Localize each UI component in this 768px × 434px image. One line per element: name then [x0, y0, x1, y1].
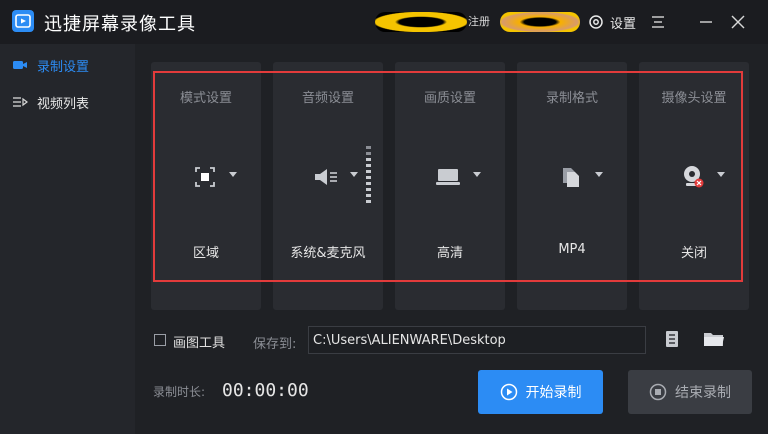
card-title: 模式设置 — [179, 91, 232, 106]
card-value: 关闭 — [680, 246, 707, 261]
file-list-button[interactable] — [662, 329, 682, 349]
settings-button[interactable]: 设置 — [588, 12, 636, 32]
card-value: 区域 — [192, 246, 219, 261]
card-title: 画质设置 — [423, 91, 476, 106]
card-title: 摄像头设置 — [661, 91, 727, 106]
card-title: 录制格式 — [545, 91, 598, 106]
card-value: 高清 — [436, 246, 463, 261]
volume-meter — [366, 146, 371, 203]
folder-icon — [704, 333, 724, 346]
mode-settings-card[interactable]: 模式设置 区域 — [151, 62, 261, 310]
minimize-button[interactable] — [696, 12, 716, 32]
stop-circle-icon — [649, 383, 667, 401]
drawing-tool-label[interactable]: 画图工具 — [173, 332, 225, 351]
register-text[interactable]: 注册 — [468, 13, 490, 29]
chevron-down-icon — [717, 172, 725, 177]
sidebar-item-label: 视频列表 — [37, 96, 90, 112]
camera-settings-card[interactable]: 摄像头设置 关闭 — [639, 62, 749, 310]
card-value: MP4 — [558, 242, 586, 257]
camera-dropdown[interactable] — [639, 162, 749, 192]
quality-settings-card[interactable]: 画质设置 高清 — [395, 62, 505, 310]
duration-label: 录制时长: — [153, 385, 206, 399]
start-recording-label: 开始录制 — [525, 385, 582, 401]
playlist-icon — [13, 97, 28, 107]
app-title: 迅捷屏幕录像工具 — [44, 14, 196, 35]
chevron-down-icon — [595, 172, 603, 177]
chevron-down-icon — [473, 172, 481, 177]
title-bar: 迅捷屏幕录像工具 注册 设置 — [0, 0, 768, 44]
gear-icon — [589, 15, 603, 29]
audio-settings-card[interactable]: 音频设置 系统&麦克风 — [273, 62, 383, 310]
file-copy-icon — [563, 168, 579, 187]
region-select-icon — [195, 167, 215, 187]
chevron-down-icon — [350, 172, 358, 177]
drawing-tool-checkbox[interactable] — [154, 334, 166, 346]
sidebar: 录制设置 视频列表 — [0, 44, 135, 434]
webcam-off-icon — [684, 166, 704, 188]
format-settings-card[interactable]: 录制格式 MP4 — [517, 62, 627, 310]
quality-dropdown[interactable] — [395, 162, 505, 192]
format-dropdown[interactable] — [517, 162, 627, 192]
decoration-overlay-right — [500, 12, 580, 32]
app-logo-icon — [12, 10, 34, 32]
stop-recording-button[interactable]: 结束录制 — [628, 370, 752, 414]
card-title: 音频设置 — [301, 91, 354, 106]
start-recording-button[interactable]: 开始录制 — [478, 370, 603, 414]
video-camera-icon — [13, 61, 27, 69]
stop-recording-label: 结束录制 — [675, 385, 731, 401]
speaker-icon — [315, 169, 337, 185]
duration-value: 00:00:00 — [222, 380, 309, 401]
sidebar-item-video-list[interactable]: 视频列表 — [0, 82, 135, 122]
minimize-icon — [700, 21, 712, 23]
menu-button[interactable] — [648, 12, 668, 32]
save-path-field[interactable] — [308, 326, 646, 354]
open-folder-button[interactable] — [703, 329, 724, 349]
save-to-label: 保存到: — [253, 337, 297, 352]
mode-dropdown[interactable] — [151, 162, 261, 192]
monitor-icon — [436, 169, 460, 185]
file-list-icon — [666, 331, 678, 347]
close-button[interactable] — [728, 12, 748, 32]
menu-icon — [652, 16, 664, 28]
chevron-down-icon — [229, 172, 237, 177]
play-circle-icon — [500, 383, 517, 401]
settings-label: 设置 — [610, 16, 637, 32]
decoration-overlay-left — [375, 12, 467, 32]
close-icon — [731, 15, 745, 29]
sidebar-item-record-settings[interactable]: 录制设置 — [0, 45, 135, 85]
sidebar-item-label: 录制设置 — [37, 59, 90, 75]
card-value: 系统&麦克风 — [290, 246, 366, 261]
